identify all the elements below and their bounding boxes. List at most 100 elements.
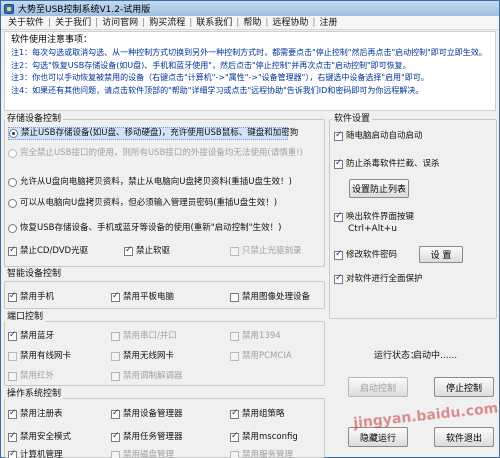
note-line-2: 注2：勾选"恢复USB存储设备(如U盘)、手机和蓝牙使用"，然后点击"停止控制"…	[11, 60, 411, 70]
label-cd-burn: 只禁止光驱刻录	[242, 246, 302, 256]
checkbox-modem[interactable]	[111, 372, 120, 381]
checkbox-password[interactable]	[334, 249, 343, 260]
checkbox-imaging[interactable]	[230, 293, 239, 302]
menu-contact[interactable]: 联系我们	[192, 16, 236, 29]
checkbox-wired-nic[interactable]	[8, 352, 17, 361]
checkbox-1394[interactable]	[230, 332, 239, 341]
checkbox-msconfig[interactable]	[230, 431, 239, 442]
radio-restore[interactable]	[8, 224, 17, 233]
checkbox-safemode[interactable]	[8, 431, 17, 442]
storage-option-block-all-usb[interactable]: 完全禁止USB接口的使用，则所有USB接口的外接设备均无法使用(请慎重!)	[8, 148, 303, 159]
menu-help[interactable]: 帮助	[239, 16, 265, 29]
checkbox-row-infrared[interactable]: 禁用红外	[8, 371, 54, 382]
checkbox-row-safemode[interactable]: 禁用安全模式	[8, 431, 71, 443]
checkbox-gpedit[interactable]	[230, 408, 239, 419]
checkbox-row-pcmcia[interactable]: 禁用PCMCIA	[230, 351, 292, 362]
checkbox-phone[interactable]	[8, 291, 17, 302]
storage-option-read-only[interactable]: 允许从U盘向电脑拷贝资料，禁止从电脑向U盘拷贝资料(重插U盘生效！)	[8, 177, 292, 188]
checkbox-disk-mgmt[interactable]	[111, 451, 120, 458]
label-phone: 禁用手机	[20, 292, 55, 302]
checkbox-row-tablet[interactable]: 禁用平板电脑	[111, 291, 174, 303]
label-bluetooth: 禁用蓝牙	[20, 331, 55, 341]
checkbox-row-antikill[interactable]: 防止杀毒软件拦截、误杀	[334, 158, 440, 170]
checkbox-row-hotkey[interactable]: 唤出软件界面按键	[334, 211, 414, 223]
menu-about-us[interactable]: 关于我们	[51, 16, 95, 29]
checkbox-wireless-nic[interactable]	[111, 352, 120, 361]
menu-remote-assist[interactable]: 远程协助	[268, 16, 312, 29]
checkbox-row-taskmgr[interactable]: 禁用任务管理器	[111, 431, 183, 443]
label-antikill: 防止杀毒软件拦截、误杀	[346, 159, 440, 169]
checkbox-row-service-mgmt[interactable]: 禁用服务管理	[230, 450, 293, 458]
menu-about-software[interactable]: 关于软件	[4, 16, 48, 29]
checkbox-row-wireless-nic[interactable]: 禁用无线网卡	[111, 351, 174, 362]
notes-heading: 软件使用注意事项：	[11, 35, 93, 45]
storage-option-restore[interactable]: 恢复USB存储设备、手机或蓝牙等设备的使用(重新"启动控制"生效！)	[8, 223, 281, 234]
label-infrared: 禁用红外	[20, 371, 55, 381]
menu-visit-site[interactable]: 访问官网	[98, 16, 142, 29]
note-line-1: 注1：每次勾选或取消勾选、从一种控制方式切换到另外一种控制方式时，都需要点击"停…	[11, 48, 487, 57]
radio-block-usb-storage[interactable]	[9, 129, 18, 138]
password-set-button[interactable]: 设 置	[419, 246, 463, 263]
checkbox-tablet[interactable]	[111, 291, 120, 302]
radio-read-only[interactable]	[8, 178, 17, 187]
checkbox-row-gpedit[interactable]: 禁用组策略	[230, 408, 285, 420]
start-control-button[interactable]: 启动控制	[348, 377, 408, 397]
checkbox-bluetooth[interactable]	[8, 330, 17, 341]
checkbox-row-cd-dvd[interactable]: 禁止CD/DVD光驱	[8, 245, 88, 257]
checkbox-row-autostart[interactable]: 随电脑启动自动启动	[334, 130, 423, 142]
storage-option-password-write[interactable]: 可以从电脑向U盘拷贝资料，但必须输入管理员密码(重插U盘生效！)	[8, 198, 277, 209]
checkbox-row-devmgr[interactable]: 禁用设备管理器	[111, 408, 183, 420]
hotkey-value: Ctrl+Alt+u	[348, 224, 397, 234]
checkbox-row-floppy[interactable]: 禁止软驱	[124, 245, 171, 257]
checkbox-row-bluetooth[interactable]: 禁用蓝牙	[8, 330, 55, 342]
checkbox-infrared[interactable]	[8, 372, 17, 381]
checkbox-pcmcia[interactable]	[230, 352, 239, 361]
note-line-4: 注4：如果还有其他问题，请点击软件顶部的"帮助"详细学习或点击"远程协助"告诉我…	[11, 85, 424, 95]
checkbox-row-1394[interactable]: 禁用1394	[230, 331, 281, 342]
label-wireless-nic: 禁用无线网卡	[123, 351, 175, 361]
label-gpedit: 禁用组策略	[242, 409, 285, 419]
checkbox-devmgr[interactable]	[111, 408, 120, 419]
label-read-only: 允许从U盘向电脑拷贝资料，禁止从电脑向U盘拷贝资料(重插U盘生效！)	[20, 177, 292, 187]
checkbox-registry[interactable]	[8, 408, 17, 419]
checkbox-row-serial[interactable]: 禁用串口/并口	[111, 331, 177, 342]
checkbox-row-password[interactable]: 修改软件密码	[334, 249, 397, 261]
checkbox-row-wired-nic[interactable]: 禁用有线网卡	[8, 351, 71, 362]
radio-block-all-usb[interactable]	[8, 149, 17, 158]
checkbox-row-modem[interactable]: 禁用调制解调器	[111, 371, 183, 382]
menu-purchase[interactable]: 购买流程	[145, 16, 189, 29]
checkbox-row-full-protect[interactable]: 对软件进行全面保护	[334, 273, 423, 285]
storage-group-title: 存储设备控制	[5, 114, 64, 124]
checkbox-service-mgmt[interactable]	[230, 451, 239, 458]
protect-list-button[interactable]: 设置防止列表	[349, 179, 409, 198]
checkbox-row-phone[interactable]: 禁用手机	[8, 291, 55, 303]
label-floppy: 禁止软驱	[136, 246, 171, 256]
checkbox-autostart[interactable]	[334, 130, 343, 141]
title-bar: 大势至USB控制系统V1.2-试用版	[1, 1, 499, 16]
checkbox-antikill[interactable]	[334, 158, 343, 169]
checkbox-taskmgr[interactable]	[111, 431, 120, 442]
checkbox-serial[interactable]	[111, 332, 120, 341]
checkbox-row-msconfig[interactable]: 禁用msconfig	[230, 431, 298, 443]
checkbox-cd-dvd[interactable]	[8, 245, 17, 256]
checkbox-row-imaging[interactable]: 禁用图像处理设备	[230, 292, 310, 303]
checkbox-row-computer-mgmt[interactable]: 计算机管理	[8, 449, 63, 458]
checkbox-row-registry[interactable]: 禁用注册表	[8, 408, 63, 420]
storage-option-block-usb-storage[interactable]: 禁止USB存储设备(如U盘、移动硬盘)，充许使用USB鼠标、键盘和加密狗	[8, 127, 298, 140]
menu-register[interactable]: 注册	[315, 16, 341, 29]
checkbox-floppy[interactable]	[124, 245, 133, 256]
menu-bar: 关于软件 | 关于我们 | 访问官网 | 购买流程 | 联系我们 | 帮助 | 远程协助 | …	[1, 16, 499, 30]
checkbox-cd-burn[interactable]	[230, 247, 239, 256]
label-taskmgr: 禁用任务管理器	[123, 432, 183, 442]
label-full-protect: 对软件进行全面保护	[346, 274, 423, 284]
checkbox-hotkey[interactable]	[334, 211, 343, 222]
exit-button[interactable]: 软件退出	[434, 427, 494, 447]
label-disk-mgmt: 禁用磁盘管理	[123, 450, 175, 458]
label-restore: 恢复USB存储设备、手机或蓝牙等设备的使用(重新"启动控制"生效！)	[20, 223, 282, 233]
radio-password-write[interactable]	[8, 199, 17, 208]
checkbox-row-disk-mgmt[interactable]: 禁用磁盘管理	[111, 450, 174, 458]
checkbox-full-protect[interactable]	[334, 273, 343, 284]
checkbox-row-cd-burn[interactable]: 只禁止光驱刻录	[230, 246, 302, 257]
checkbox-computer-mgmt[interactable]	[8, 449, 17, 458]
stop-control-button[interactable]: 停止控制	[434, 377, 494, 397]
